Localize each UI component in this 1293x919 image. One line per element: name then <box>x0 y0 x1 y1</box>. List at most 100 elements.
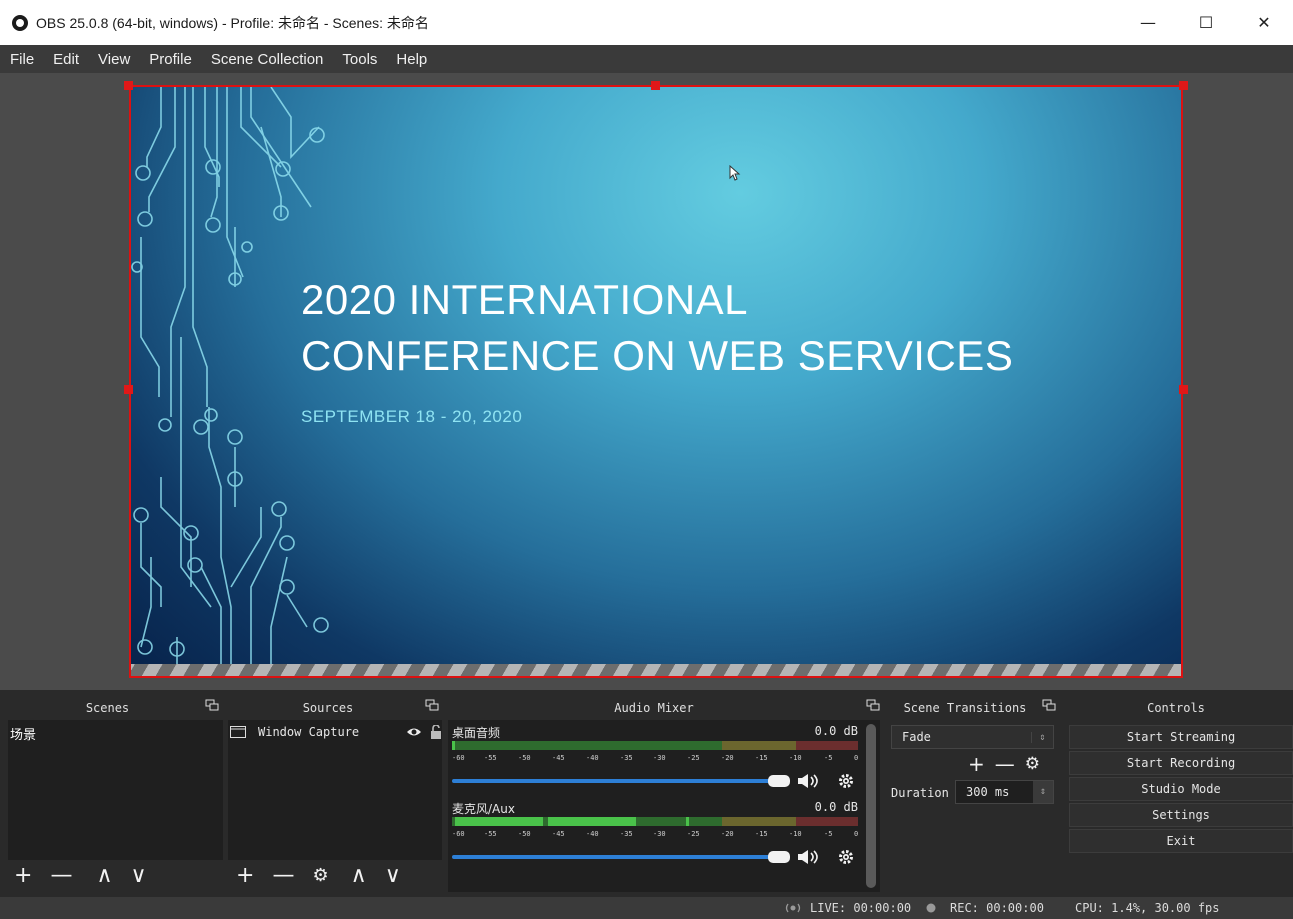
resize-handle-top[interactable] <box>651 81 660 90</box>
resize-handle-right[interactable] <box>1179 385 1188 394</box>
status-bar: LIVE: 00:00:00 REC: 00:00:00 CPU: 1.4%, … <box>0 897 1293 919</box>
obs-logo-icon <box>12 14 28 31</box>
scale-label: -30 <box>653 830 666 838</box>
duration-spinbox[interactable]: 300 ms ⇕ <box>955 780 1054 804</box>
scale-label: -10 <box>789 830 802 838</box>
source-name: Window Capture <box>258 725 360 739</box>
menu-tools[interactable]: Tools <box>342 51 377 68</box>
add-source-button[interactable]: + <box>236 863 254 888</box>
channel-name: 桌面音频 <box>452 726 501 740</box>
scale-label: -60 <box>452 754 465 762</box>
scale-label: -15 <box>755 830 768 838</box>
mixer-scrollbar[interactable] <box>866 724 876 888</box>
remove-transition-button[interactable]: — <box>995 752 1015 776</box>
gear-icon[interactable] <box>839 850 853 864</box>
scale-label: -45 <box>552 754 565 762</box>
gear-icon[interactable] <box>839 774 853 788</box>
slide-title: 2020 INTERNATIONAL CONFERENCE ON WEB SER… <box>301 272 1013 384</box>
add-scene-button[interactable]: + <box>14 863 32 888</box>
visibility-eye-icon[interactable] <box>406 726 422 738</box>
scenes-list[interactable] <box>8 720 223 860</box>
scale-label: -50 <box>518 754 531 762</box>
close-button[interactable]: ✕ <box>1235 0 1293 45</box>
start-recording-button[interactable]: Start Recording <box>1069 751 1293 775</box>
spin-arrows-icon: ⇕ <box>1033 781 1053 803</box>
speaker-icon[interactable] <box>798 774 818 788</box>
scale-label: -45 <box>552 830 565 838</box>
scale-label: -40 <box>586 830 599 838</box>
minimize-button[interactable]: — <box>1119 0 1177 45</box>
combo-arrows-icon: ⇕ <box>1031 731 1053 743</box>
scale-label: -55 <box>484 754 497 762</box>
level-meter <box>452 817 858 826</box>
mixer-channel-mic: 麦克风/Aux 0.0 dB -60 -55 -50 -45 -40 -35 -… <box>452 800 860 866</box>
recording-dot-icon <box>926 903 936 913</box>
maximize-button[interactable]: ☐ <box>1177 0 1235 45</box>
scene-item[interactable]: 场景 <box>10 724 36 743</box>
channel-db-readout: 0.0 dB <box>814 800 858 814</box>
resize-handle-top-left[interactable] <box>124 81 133 90</box>
slide-date: SEPTEMBER 18 - 20, 2020 <box>301 407 523 426</box>
window-controls: — ☐ ✕ <box>1119 0 1293 45</box>
menu-profile[interactable]: Profile <box>149 51 192 68</box>
transition-select[interactable]: Fade ⇕ <box>891 725 1054 749</box>
menu-edit[interactable]: Edit <box>53 51 79 68</box>
add-transition-button[interactable]: + <box>968 752 985 776</box>
title-bar: OBS 25.0.8 (64-bit, windows) - Profile: … <box>0 0 1293 45</box>
scale-label: -5 <box>824 830 833 838</box>
preview-area[interactable]: 2020 INTERNATIONAL CONFERENCE ON WEB SER… <box>0 73 1293 690</box>
level-meter <box>452 741 858 750</box>
sources-dock-title: Sources <box>302 701 354 715</box>
speaker-icon[interactable] <box>798 850 818 864</box>
scale-label: 0 <box>854 830 859 838</box>
menu-view[interactable]: View <box>98 51 130 68</box>
channel-name: 麦克风/Aux <box>452 802 515 816</box>
scale-label: -10 <box>789 754 802 762</box>
scale-label: 0 <box>854 754 859 762</box>
undock-scenes-icon[interactable] <box>205 699 219 711</box>
menu-bar: File Edit View Profile Scene Collection … <box>0 45 1293 73</box>
settings-button[interactable]: Settings <box>1069 803 1293 827</box>
undock-audio-mixer-icon[interactable] <box>866 699 880 711</box>
source-properties-gear-icon[interactable]: ⚙ <box>312 865 328 886</box>
preview-canvas[interactable]: 2020 INTERNATIONAL CONFERENCE ON WEB SER… <box>129 85 1183 678</box>
channel-db-readout: 0.0 dB <box>814 724 858 738</box>
undock-sources-icon[interactable] <box>425 699 439 711</box>
resize-handle-top-right[interactable] <box>1179 81 1188 90</box>
duration-label: Duration <box>891 786 949 800</box>
meter-scale: -60 -55 -50 -45 -40 -35 -30 -25 -20 -15 … <box>452 754 858 766</box>
scale-label: -55 <box>484 830 497 838</box>
scale-label: -20 <box>721 754 734 762</box>
mouse-cursor-icon <box>729 165 741 181</box>
menu-file[interactable]: File <box>10 51 34 68</box>
scale-label: -25 <box>687 754 700 762</box>
sources-toolbar: + — ⚙ ∧ ∨ <box>236 860 419 890</box>
studio-mode-button[interactable]: Studio Mode <box>1069 777 1293 801</box>
source-item[interactable]: Window Capture <box>230 722 442 742</box>
transition-properties-gear-icon[interactable]: ⚙ <box>1025 754 1040 774</box>
resize-handle-left[interactable] <box>124 385 133 394</box>
move-source-down-button[interactable]: ∨ <box>385 863 401 888</box>
remove-source-button[interactable]: — <box>272 863 294 888</box>
exit-button[interactable]: Exit <box>1069 829 1293 853</box>
volume-slider[interactable] <box>452 774 858 788</box>
scale-label: -5 <box>824 754 833 762</box>
undock-scene-transitions-icon[interactable] <box>1042 699 1056 711</box>
cpu-fps-readout: CPU: 1.4%, 30.00 fps <box>1075 901 1220 915</box>
start-streaming-button[interactable]: Start Streaming <box>1069 725 1293 749</box>
live-broadcast-icon <box>785 903 801 913</box>
move-source-up-button[interactable]: ∧ <box>351 863 367 888</box>
mixer-channel-desktop: 桌面音频 0.0 dB -60 -55 -50 -45 -40 -35 -30 … <box>452 724 860 790</box>
lock-unlocked-icon[interactable] <box>430 725 442 739</box>
volume-slider[interactable] <box>452 850 858 864</box>
menu-help[interactable]: Help <box>396 51 427 68</box>
live-timer: LIVE: 00:00:00 <box>810 901 912 915</box>
scenes-dock-title: Scenes <box>85 701 130 715</box>
window-capture-icon <box>230 726 246 738</box>
scene-transitions-dock-title: Scene Transitions <box>903 701 1027 715</box>
move-scene-down-button[interactable]: ∨ <box>131 863 147 888</box>
audio-mixer-dock-title: Audio Mixer <box>614 701 694 715</box>
remove-scene-button[interactable]: — <box>50 863 72 888</box>
move-scene-up-button[interactable]: ∧ <box>96 863 112 888</box>
menu-scene-collection[interactable]: Scene Collection <box>211 51 324 68</box>
